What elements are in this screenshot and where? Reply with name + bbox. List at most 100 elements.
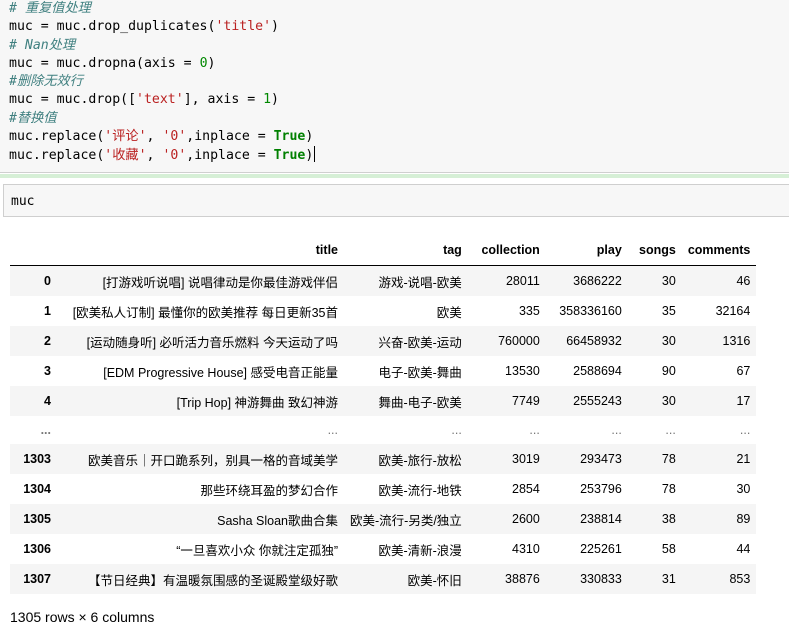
row-index: 1303 [23, 452, 51, 466]
cell-play: 330833 [580, 572, 622, 586]
header-title: title [57, 235, 344, 266]
cell-tag: 欧美-怀旧 [407, 573, 462, 588]
code-line-9: muc.replace('收藏', '0',inplace = True) [9, 146, 316, 164]
row-index: 1306 [23, 542, 51, 556]
cell-tag: 欧美 [436, 305, 462, 320]
code-cell[interactable]: # 重复值处理 muc = muc.drop_duplicates('title'… [0, 0, 789, 173]
cell-play: ... [611, 423, 622, 437]
cell-collection: 335 [518, 304, 540, 318]
cell-comments: 30 [736, 482, 751, 496]
cell-tag: 欧美-清新-浪漫 [378, 543, 462, 558]
cell-songs: 30 [661, 274, 676, 288]
code-cell-2[interactable]: muc [3, 184, 789, 217]
cell-title: [运动随身听] 必听活力音乐燃料 今天运动了吗 [86, 335, 338, 350]
cell-songs: 78 [661, 452, 676, 466]
table-header: title tag collection play songs comments [10, 235, 757, 266]
cell-title: [欧美私人订制] 最懂你的欧美推荐 每日更新35首 [72, 305, 338, 320]
table-row: 1 [欧美私人订制] 最懂你的欧美推荐 每日更新35首 欧美 335 358336160… [10, 296, 756, 326]
cell-collection: 38876 [505, 572, 540, 586]
code-editor[interactable]: # 重复值处理 muc = muc.drop_duplicates('title'… [9, 0, 316, 165]
cell-tag: 欧美-旅行-放松 [378, 453, 462, 468]
header-collection: collection [467, 235, 546, 266]
code-line-2: muc = muc.drop_duplicates('title') [9, 19, 279, 35]
cell-tag: 兴奋-欧美-运动 [378, 335, 462, 350]
cell-comments: 1316 [722, 334, 751, 348]
cell-tag: 欧美-流行-另类/独立 [350, 513, 462, 528]
header-index [10, 235, 57, 266]
code-line-5: #删除无效行 [9, 74, 83, 90]
cell-songs: 31 [661, 572, 676, 586]
cell-comments: 32164 [715, 304, 751, 318]
code-line-4: muc = muc.dropna(axis = 0) [9, 55, 216, 71]
row-index: 1307 [23, 572, 51, 586]
text-cursor [314, 146, 316, 163]
cell-title: “一旦喜欢小众 你就注定孤独” [176, 543, 338, 558]
row-index: 0 [44, 274, 51, 288]
cell-collection: 760000 [498, 334, 540, 348]
cell-title: 那些环绕耳盈的梦幻合作 [200, 483, 338, 498]
cell-tag: 舞曲-电子-欧美 [378, 395, 462, 410]
row-index: 3 [44, 364, 51, 378]
cell-comments: 17 [736, 394, 751, 408]
row-index: 1 [44, 304, 51, 318]
row-index: 1304 [23, 482, 51, 496]
cell-collection: 3019 [512, 452, 540, 466]
cell-collection: 7749 [512, 394, 540, 408]
cell-play: 358336160 [559, 304, 622, 318]
table-body: 0 [打游戏听说唱] 说唱律动是你最佳游戏伴侣 游戏-说唱-欧美 28011 36862… [10, 265, 757, 594]
cell-comments: 853 [729, 572, 751, 586]
code-line-6: muc = muc.drop(['text'], axis = 1) [9, 92, 279, 108]
header-comments: comments [681, 235, 757, 266]
table-row: 4 [Trip Hop] 神游舞曲 致幻神游 舞曲-电子-欧美 7749 2555243… [10, 386, 757, 416]
cell-comments: 67 [736, 364, 751, 378]
cell-title: Sasha Sloan歌曲合集 [217, 513, 338, 528]
header-row: title tag collection play songs comments [10, 235, 757, 266]
cell-title: 欧美音乐｜开口跪系列，别具一格的音域美学 [87, 453, 338, 468]
cell-play: 2555243 [573, 394, 622, 408]
cell-tag: 游戏-说唱-欧美 [378, 275, 462, 290]
code-line-3: # Nan处理 [9, 37, 76, 53]
header-tag: tag [344, 235, 468, 266]
cell-collection: 13530 [505, 364, 540, 378]
cell-title: ... [327, 423, 338, 437]
cell-songs: ... [665, 423, 676, 437]
code-line-1: # 重复值处理 [9, 1, 91, 16]
row-index: 2 [44, 334, 51, 348]
cell-collection: 2854 [512, 482, 540, 496]
cell-tag: 电子-欧美-舞曲 [378, 365, 462, 380]
cell-title: [打游戏听说唱] 说唱律动是你最佳游戏伴侣 [102, 275, 338, 290]
header-play: play [545, 235, 628, 266]
table-row: 1303 欧美音乐｜开口跪系列，别具一格的音域美学 欧美-旅行-放松 3019 2934… [10, 444, 757, 474]
cell-collection: 4310 [512, 542, 540, 556]
dataframe-shape: 1305 rows × 6 columns [10, 609, 155, 625]
cell-songs: 78 [661, 482, 676, 496]
cell-comments: ... [739, 423, 751, 437]
cell-songs: 38 [661, 512, 676, 526]
table-row: 1307 【节日经典】有温暖氛围感的圣诞殿堂级好歌 欧美-怀旧 38876 330833… [10, 564, 757, 594]
table-row: 2 [运动随身听] 必听活力音乐燃料 今天运动了吗 兴奋-欧美-运动 760000 66… [10, 326, 757, 356]
active-cell-separator [0, 174, 789, 178]
row-index: 4 [44, 394, 51, 408]
code-line-8: muc.replace('评论', '0',inplace = True) [9, 129, 314, 145]
cell-collection: ... [529, 423, 540, 437]
cell-songs: 30 [661, 334, 676, 348]
table-row: ..................... [10, 416, 756, 444]
cell-title: [EDM Progressive House] 感受电音正能量 [103, 365, 338, 380]
table-row: 0 [打游戏听说唱] 说唱律动是你最佳游戏伴侣 游戏-说唱-欧美 28011 36862… [10, 265, 757, 296]
code-editor-2[interactable]: muc [11, 194, 34, 209]
cell-comments: 21 [736, 452, 751, 466]
code-line-7: #替换值 [9, 110, 57, 126]
row-index: 1305 [23, 512, 51, 526]
cell-comments: 44 [736, 542, 751, 556]
header-songs: songs [627, 235, 682, 266]
cell-collection: 2600 [512, 512, 540, 526]
dataframe-table: title tag collection play songs comments… [10, 235, 757, 594]
cell-comments: 89 [736, 512, 751, 526]
row-index: ... [40, 423, 51, 437]
cell-play: 66458932 [566, 334, 622, 348]
cell-tag: ... [451, 423, 462, 437]
cell-collection: 28011 [505, 274, 540, 288]
cell-play: 2588694 [573, 364, 622, 378]
table-row: 1304 那些环绕耳盈的梦幻合作 欧美-流行-地铁 2854 253796 78 30 [10, 474, 756, 504]
cell-comments: 46 [736, 274, 751, 288]
